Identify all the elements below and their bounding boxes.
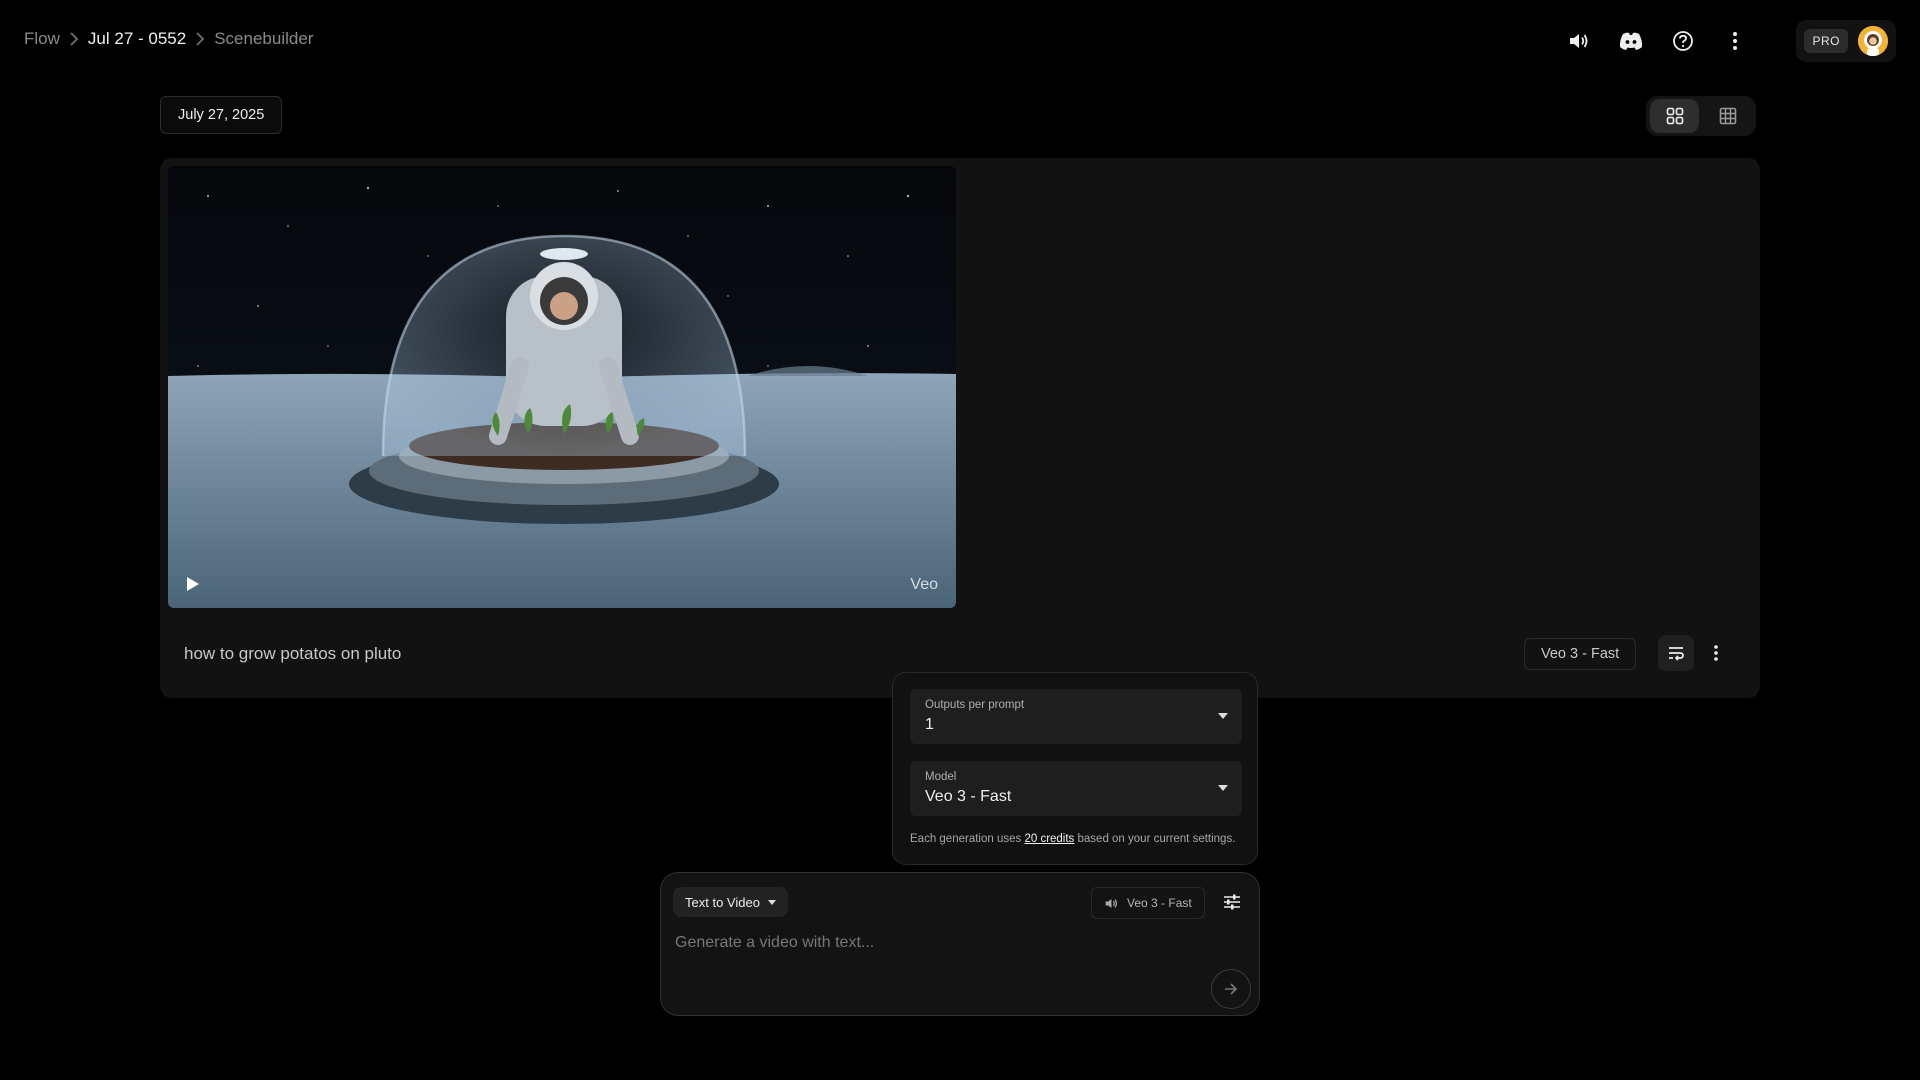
composer-model-chip[interactable]: Veo 3 - Fast (1091, 887, 1205, 919)
tune-settings-button[interactable] (1217, 887, 1247, 917)
dropdown-arrow-icon (1218, 785, 1228, 791)
more-vert-icon[interactable] (1720, 23, 1750, 59)
grid-small-view-button[interactable] (1703, 99, 1752, 133)
outputs-per-prompt-select[interactable]: Outputs per prompt 1 (910, 689, 1242, 744)
breadcrumb-scenebuilder[interactable]: Scenebuilder (214, 29, 313, 49)
composer-model-label: Veo 3 - Fast (1127, 896, 1192, 910)
prompt-composer: Text to Video Veo 3 - Fast (660, 872, 1260, 1016)
arrow-right-icon (1225, 983, 1238, 995)
reuse-prompt-button[interactable] (1658, 635, 1694, 671)
breadcrumb: Flow Jul 27 - 0552 Scenebuilder (24, 26, 313, 52)
breadcrumb-project[interactable]: Jul 27 - 0552 (88, 29, 186, 49)
grid-large-view-button[interactable] (1650, 99, 1699, 133)
grid-large-icon (1666, 107, 1683, 125)
date-chip[interactable]: July 27, 2025 (160, 96, 283, 134)
chevron-right-icon (60, 32, 88, 46)
grid-small-icon (1719, 107, 1736, 125)
header-actions: PRO (1564, 20, 1896, 62)
model-value: Veo 3 - Fast (925, 788, 1012, 805)
chevron-right-icon (186, 32, 214, 46)
settings-popover: Outputs per prompt 1 Model Veo 3 - Fast … (892, 672, 1258, 865)
generation-card: Veo how to grow potatos on pluto Veo 3 -… (160, 158, 1760, 698)
play-icon[interactable] (186, 576, 200, 592)
account-area[interactable]: PRO (1796, 20, 1896, 62)
model-label: Model (925, 771, 957, 783)
help-icon[interactable] (1668, 23, 1698, 59)
avatar[interactable] (1858, 26, 1888, 56)
model-select[interactable]: Model Veo 3 - Fast (910, 761, 1242, 816)
volume-icon (1104, 897, 1119, 910)
prompt-input[interactable] (673, 927, 1237, 959)
mode-select-button[interactable]: Text to Video (673, 887, 788, 917)
view-toggle (1646, 96, 1756, 136)
volume-icon[interactable] (1564, 23, 1594, 59)
veo-watermark: Veo (910, 576, 938, 593)
credits-link[interactable]: 20 credits (1024, 833, 1074, 845)
discord-icon[interactable] (1616, 23, 1646, 59)
card-more-vert-icon[interactable] (1702, 635, 1730, 671)
model-chip: Veo 3 - Fast (1524, 638, 1637, 670)
video-preview[interactable]: Veo (168, 166, 956, 608)
breadcrumb-flow[interactable]: Flow (24, 29, 60, 49)
dropdown-arrow-icon (1218, 713, 1228, 719)
credits-note: Each generation uses 20 credits based on… (910, 833, 1235, 845)
credits-note-prefix: Each generation uses (910, 833, 1025, 845)
outputs-value: 1 (925, 716, 934, 733)
outputs-label: Outputs per prompt (925, 699, 1025, 711)
dropdown-arrow-icon (767, 899, 776, 905)
generation-prompt: how to grow potatos on pluto (184, 644, 402, 663)
wrap-text-icon (1669, 647, 1684, 661)
mode-label: Text to Video (685, 894, 760, 910)
credits-note-suffix: based on your current settings. (1074, 833, 1236, 845)
pro-badge: PRO (1804, 29, 1848, 53)
send-button[interactable] (1211, 969, 1251, 1009)
tune-icon (1224, 894, 1240, 910)
